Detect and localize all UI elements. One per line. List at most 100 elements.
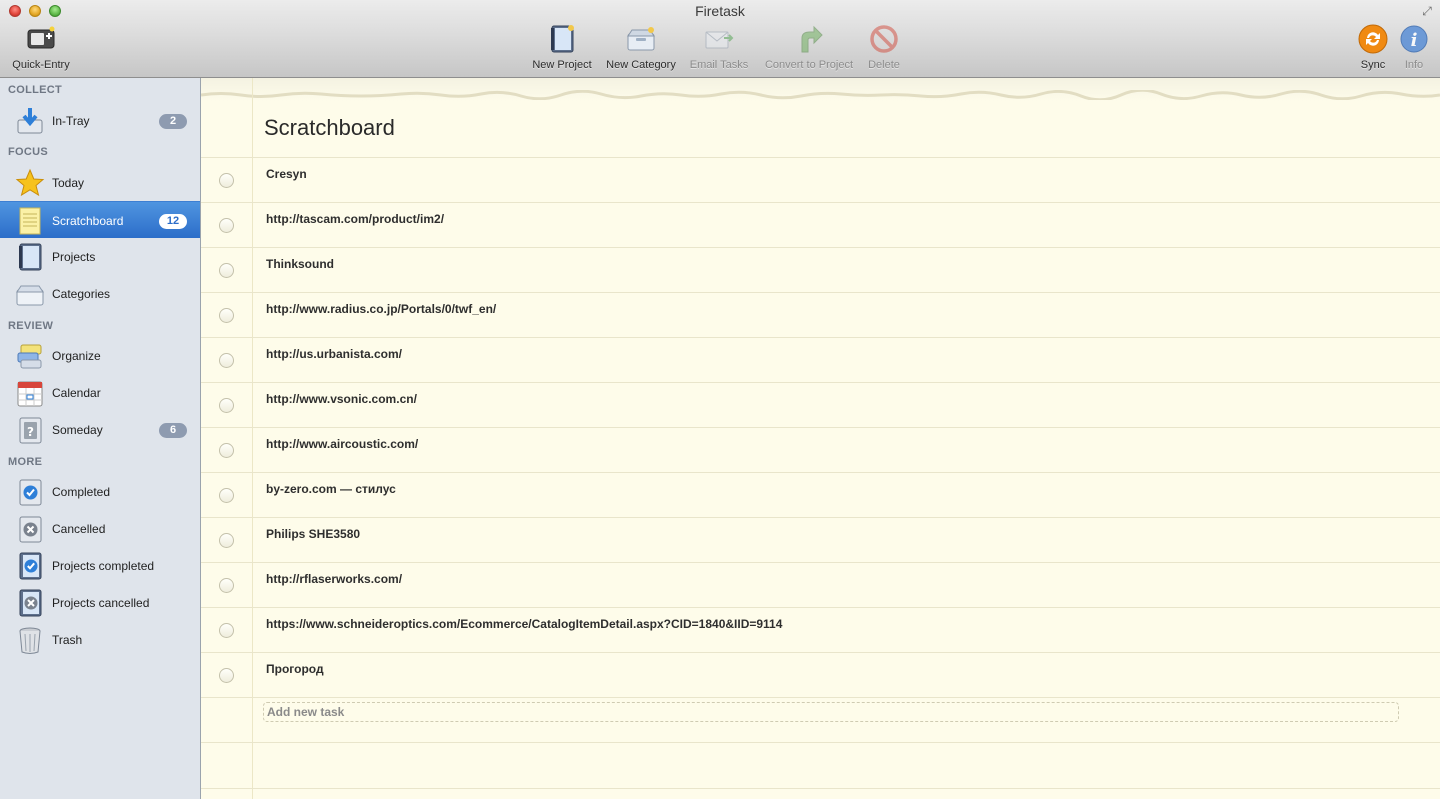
task-row[interactable]: https://www.schneideroptics.com/Ecommerc… xyxy=(201,608,1440,653)
add-new-task-input[interactable] xyxy=(263,702,1399,722)
sync-label: Sync xyxy=(1360,59,1386,71)
window-title: Firetask xyxy=(695,3,745,19)
task-checkbox[interactable] xyxy=(219,623,234,638)
project-cancel-icon xyxy=(15,588,45,618)
sidebar-item-label: Projects xyxy=(52,250,96,264)
sidebar-item-organize[interactable]: Organize xyxy=(0,337,200,374)
task-title[interactable]: https://www.schneideroptics.com/Ecommerc… xyxy=(266,617,782,631)
convert-arrow-icon xyxy=(794,24,824,54)
task-list-pane: Scratchboard Cresyn http://tascam.com/pr… xyxy=(201,78,1440,799)
task-checkbox[interactable] xyxy=(219,398,234,413)
task-title[interactable]: http://www.aircoustic.com/ xyxy=(266,437,418,451)
task-checkbox[interactable] xyxy=(219,668,234,683)
fullscreen-icon[interactable]: ⤢ xyxy=(1420,4,1434,18)
task-checkbox[interactable] xyxy=(219,218,234,233)
convert-to-project-label: Convert to Project xyxy=(764,59,854,71)
task-title[interactable]: Прогород xyxy=(266,662,324,676)
sidebar-item-in-tray[interactable]: In-Tray 2 xyxy=(0,102,200,139)
task-checkbox[interactable] xyxy=(219,488,234,503)
task-row[interactable]: by-zero.com — стилус xyxy=(201,473,1440,518)
sync-button[interactable]: Sync xyxy=(1355,24,1391,74)
new-category-label: New Category xyxy=(606,59,676,71)
email-tasks-button[interactable]: Email Tasks xyxy=(686,24,752,74)
task-title[interactable]: Philips SHE3580 xyxy=(266,527,360,541)
sidebar-item-label: Today xyxy=(52,176,85,190)
quick-entry-label: Quick-Entry xyxy=(12,59,70,71)
checkmark-icon xyxy=(15,477,45,507)
task-title[interactable]: by-zero.com — стилус xyxy=(266,482,396,496)
task-checkbox[interactable] xyxy=(219,443,234,458)
sidebar-item-scratchboard[interactable]: Scratchboard 12 xyxy=(0,201,200,238)
task-title[interactable]: http://www.radius.co.jp/Portals/0/twf_en… xyxy=(266,302,496,316)
categories-tray-icon xyxy=(15,279,45,309)
sidebar-item-trash[interactable]: Trash xyxy=(0,621,200,658)
page-title: Scratchboard xyxy=(264,115,395,140)
sidebar-item-projects-completed[interactable]: Projects completed xyxy=(0,547,200,584)
new-category-button[interactable]: New Category xyxy=(603,24,679,74)
section-header-more: MORE xyxy=(8,456,43,468)
count-badge: 12 xyxy=(159,214,187,229)
torn-paper-edge xyxy=(201,78,1440,102)
task-row[interactable]: http://www.radius.co.jp/Portals/0/twf_en… xyxy=(201,293,1440,338)
task-row[interactable]: Philips SHE3580 xyxy=(201,518,1440,563)
task-title[interactable]: http://tascam.com/product/im2/ xyxy=(266,212,444,226)
delete-label: Delete xyxy=(868,59,900,71)
sidebar-item-label: Completed xyxy=(52,485,111,499)
question-icon: ? xyxy=(15,415,45,445)
section-header-focus: FOCUS xyxy=(8,146,48,158)
task-row[interactable]: http://us.urbanista.com/ xyxy=(201,338,1440,383)
info-label: Info xyxy=(1404,59,1424,71)
task-title[interactable]: http://us.urbanista.com/ xyxy=(266,347,402,361)
task-row[interactable]: http://www.aircoustic.com/ xyxy=(201,428,1440,473)
sidebar-item-projects-cancelled[interactable]: Projects cancelled xyxy=(0,584,200,621)
task-checkbox[interactable] xyxy=(219,173,234,188)
info-button[interactable]: i Info xyxy=(1398,24,1430,74)
new-project-button[interactable]: New Project xyxy=(529,24,595,74)
task-row[interactable]: http://tascam.com/product/im2/ xyxy=(201,203,1440,248)
task-row[interactable]: Прогород xyxy=(201,653,1440,698)
task-row[interactable]: http://rflaserworks.com/ xyxy=(201,563,1440,608)
info-icon: i xyxy=(1399,24,1429,54)
task-title[interactable]: Thinksound xyxy=(266,257,334,271)
sidebar-item-label: Trash xyxy=(52,633,83,647)
sync-icon xyxy=(1358,24,1388,54)
delete-icon xyxy=(869,24,899,54)
task-checkbox[interactable] xyxy=(219,308,234,323)
sidebar-item-label: Scratchboard xyxy=(52,214,124,228)
sidebar-item-completed[interactable]: Completed xyxy=(0,473,200,510)
task-row[interactable]: http://www.vsonic.com.cn/ xyxy=(201,383,1440,428)
sidebar-item-today[interactable]: Today xyxy=(0,164,200,201)
task-checkbox[interactable] xyxy=(219,263,234,278)
sidebar-item-cancelled[interactable]: Cancelled xyxy=(0,510,200,547)
svg-text:?: ? xyxy=(27,425,34,439)
quick-entry-button[interactable]: Quick-Entry xyxy=(8,24,74,74)
task-checkbox[interactable] xyxy=(219,353,234,368)
new-category-icon xyxy=(626,24,656,54)
convert-to-project-button[interactable]: Convert to Project xyxy=(759,24,859,74)
sidebar-item-projects[interactable]: Projects xyxy=(0,238,200,275)
quick-entry-icon xyxy=(26,24,56,54)
task-row[interactable]: Thinksound xyxy=(201,248,1440,293)
sidebar-item-label: Categories xyxy=(52,287,111,301)
delete-button[interactable]: Delete xyxy=(864,24,904,74)
count-badge: 6 xyxy=(159,423,187,438)
cancel-x-icon xyxy=(15,514,45,544)
task-checkbox[interactable] xyxy=(219,533,234,548)
task-title[interactable]: http://rflaserworks.com/ xyxy=(266,572,402,586)
trash-icon xyxy=(15,625,45,655)
email-tasks-icon xyxy=(704,24,734,54)
section-header-review: REVIEW xyxy=(8,320,54,332)
task-title[interactable]: Cresyn xyxy=(266,167,307,181)
task-checkbox[interactable] xyxy=(219,578,234,593)
window-toolbar: Firetask ⤢ Quick-Entry New Project New C… xyxy=(0,0,1440,78)
organize-icon xyxy=(15,341,45,371)
new-project-label: New Project xyxy=(532,59,592,71)
project-checkmark-icon xyxy=(15,551,45,581)
star-icon xyxy=(15,168,45,198)
task-title[interactable]: http://www.vsonic.com.cn/ xyxy=(266,392,417,406)
sidebar-item-someday[interactable]: ? Someday 6 xyxy=(0,411,200,448)
sidebar-item-calendar[interactable]: Calendar xyxy=(0,374,200,411)
new-task-row xyxy=(201,697,1440,743)
sidebar-item-categories[interactable]: Categories xyxy=(0,275,200,312)
task-row[interactable]: Cresyn xyxy=(201,158,1440,203)
